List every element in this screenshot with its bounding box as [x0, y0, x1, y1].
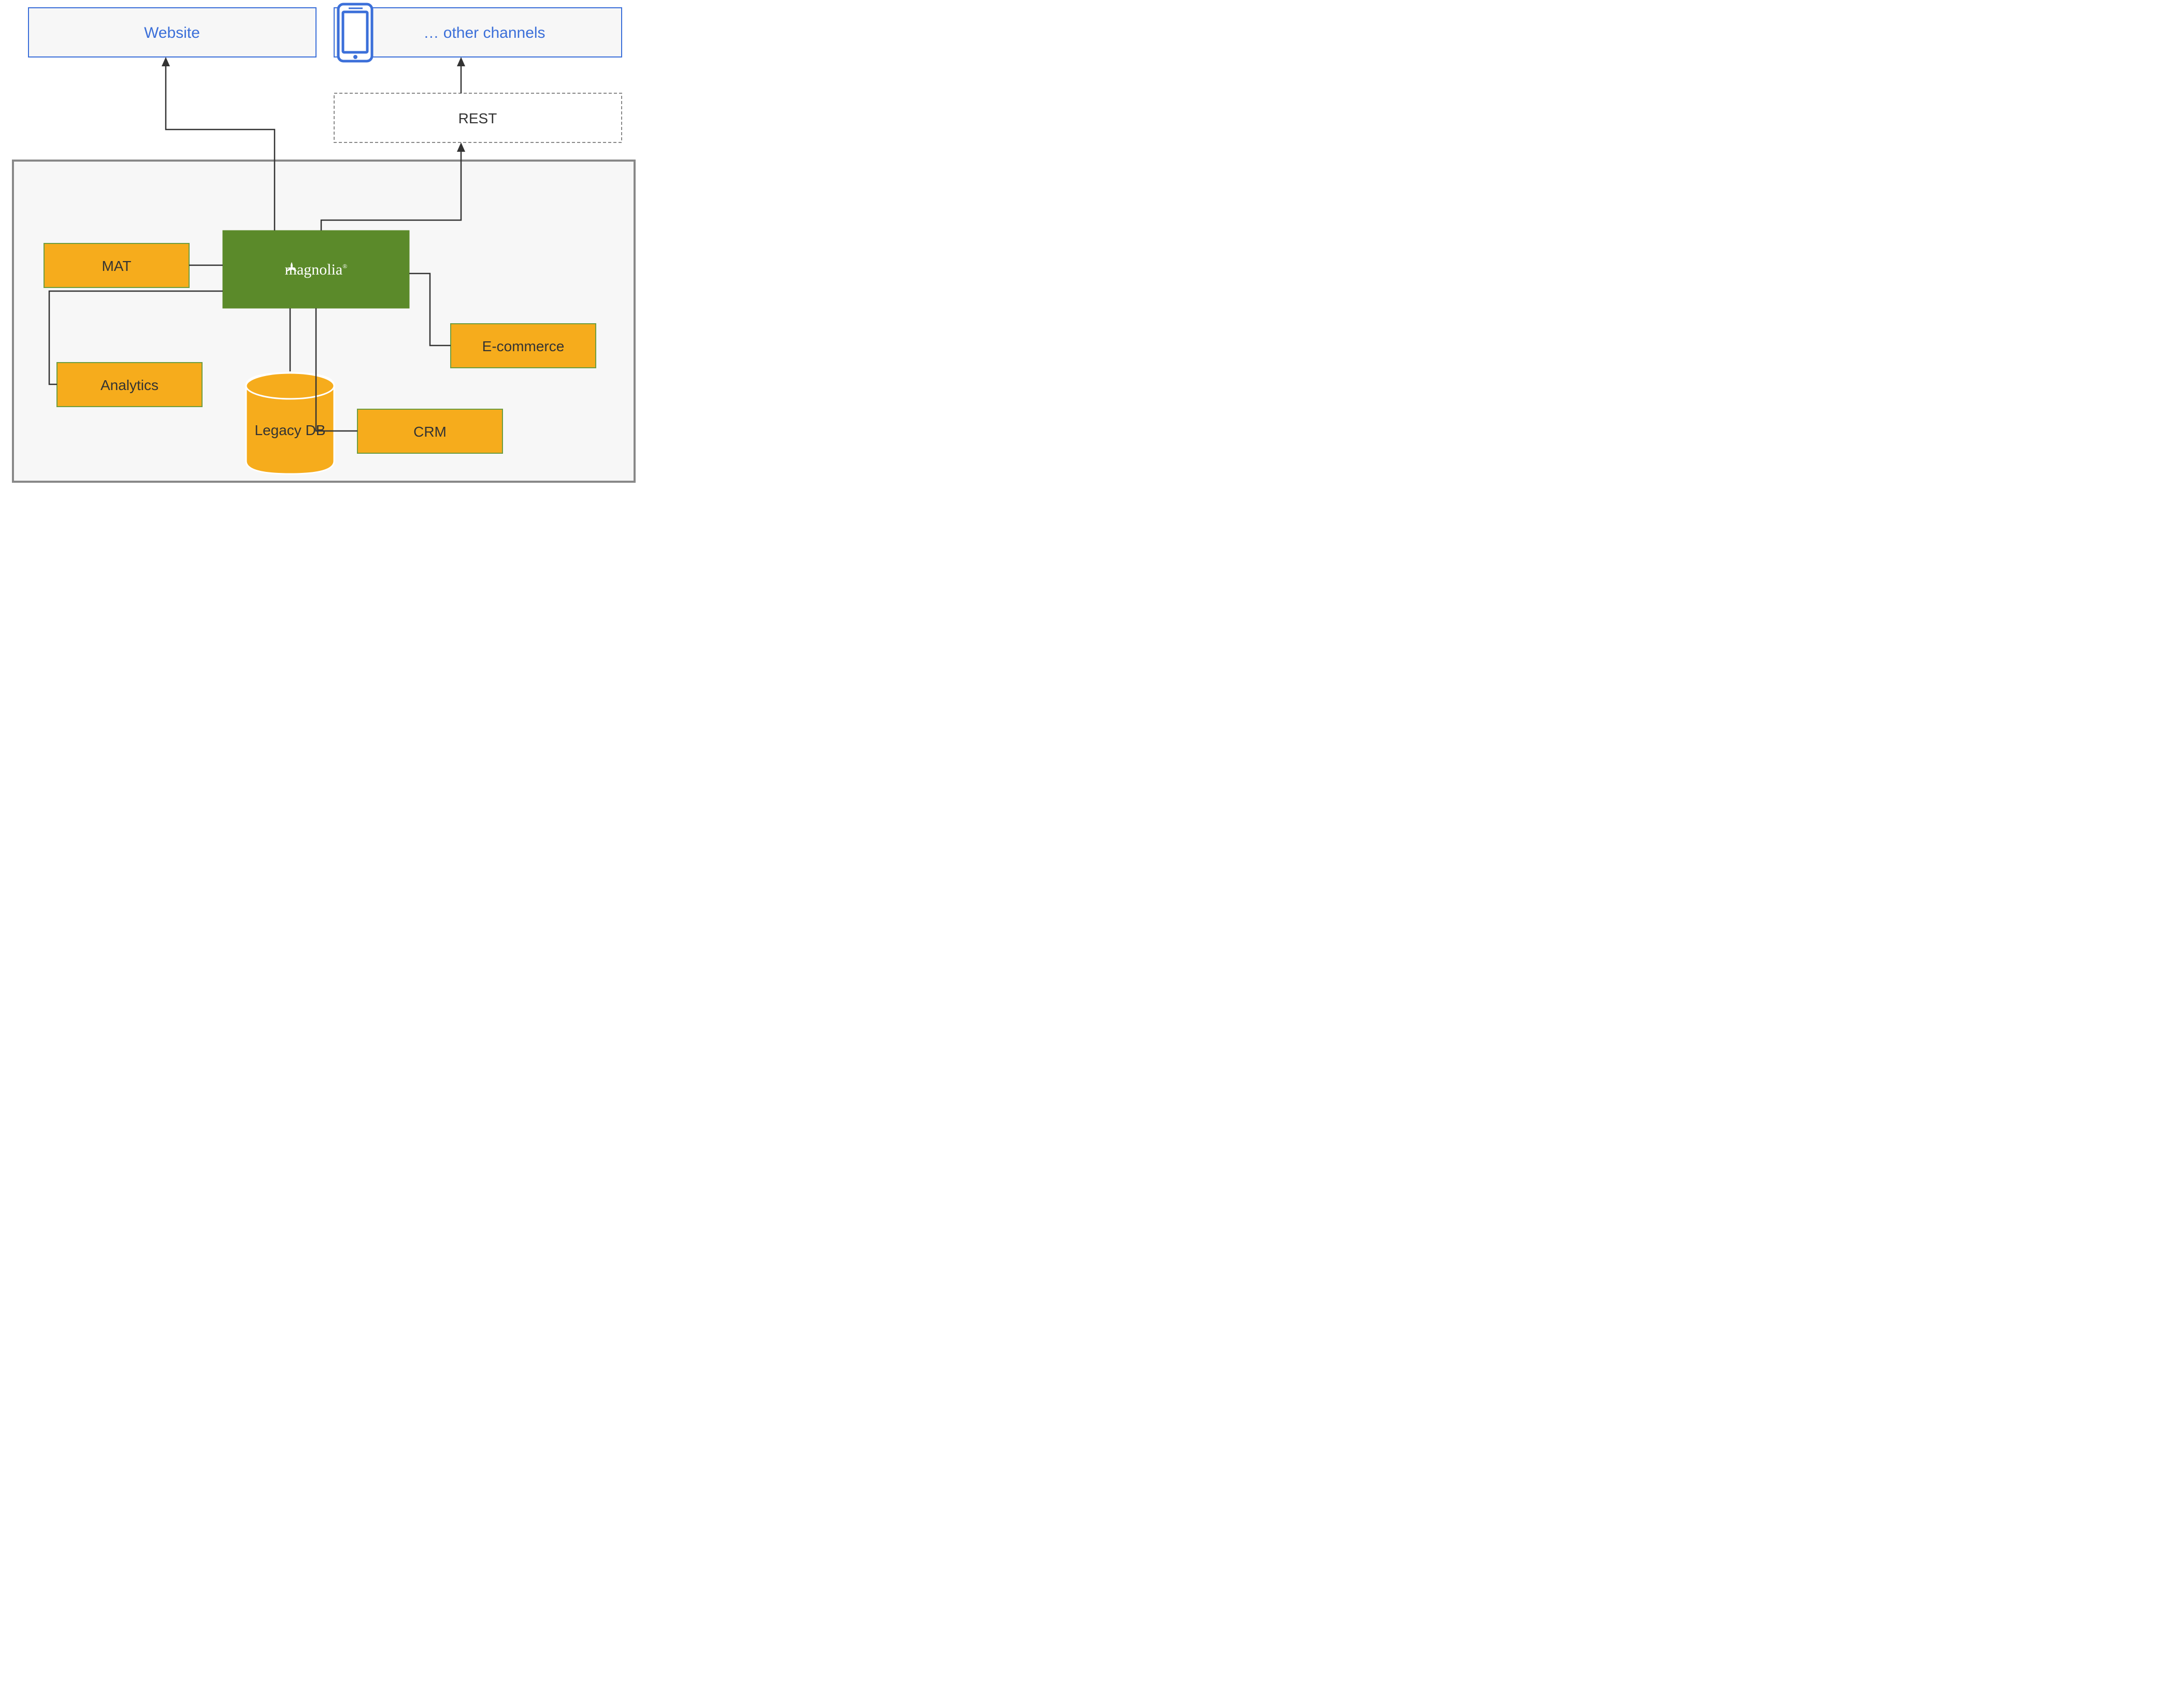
legacydb-label: Legacy DB — [255, 422, 326, 438]
analytics-label: Analytics — [100, 377, 159, 393]
rest-label: REST — [458, 110, 497, 126]
website-label: Website — [144, 24, 200, 41]
mat-label: MAT — [102, 258, 131, 274]
ecommerce-label: E-commerce — [482, 338, 565, 354]
phone-icon — [338, 4, 372, 61]
other-channels-label: … other channels — [423, 24, 545, 41]
crm-label: CRM — [413, 424, 447, 440]
architecture-diagram: Website … other channels REST magnolia® … — [0, 0, 648, 502]
